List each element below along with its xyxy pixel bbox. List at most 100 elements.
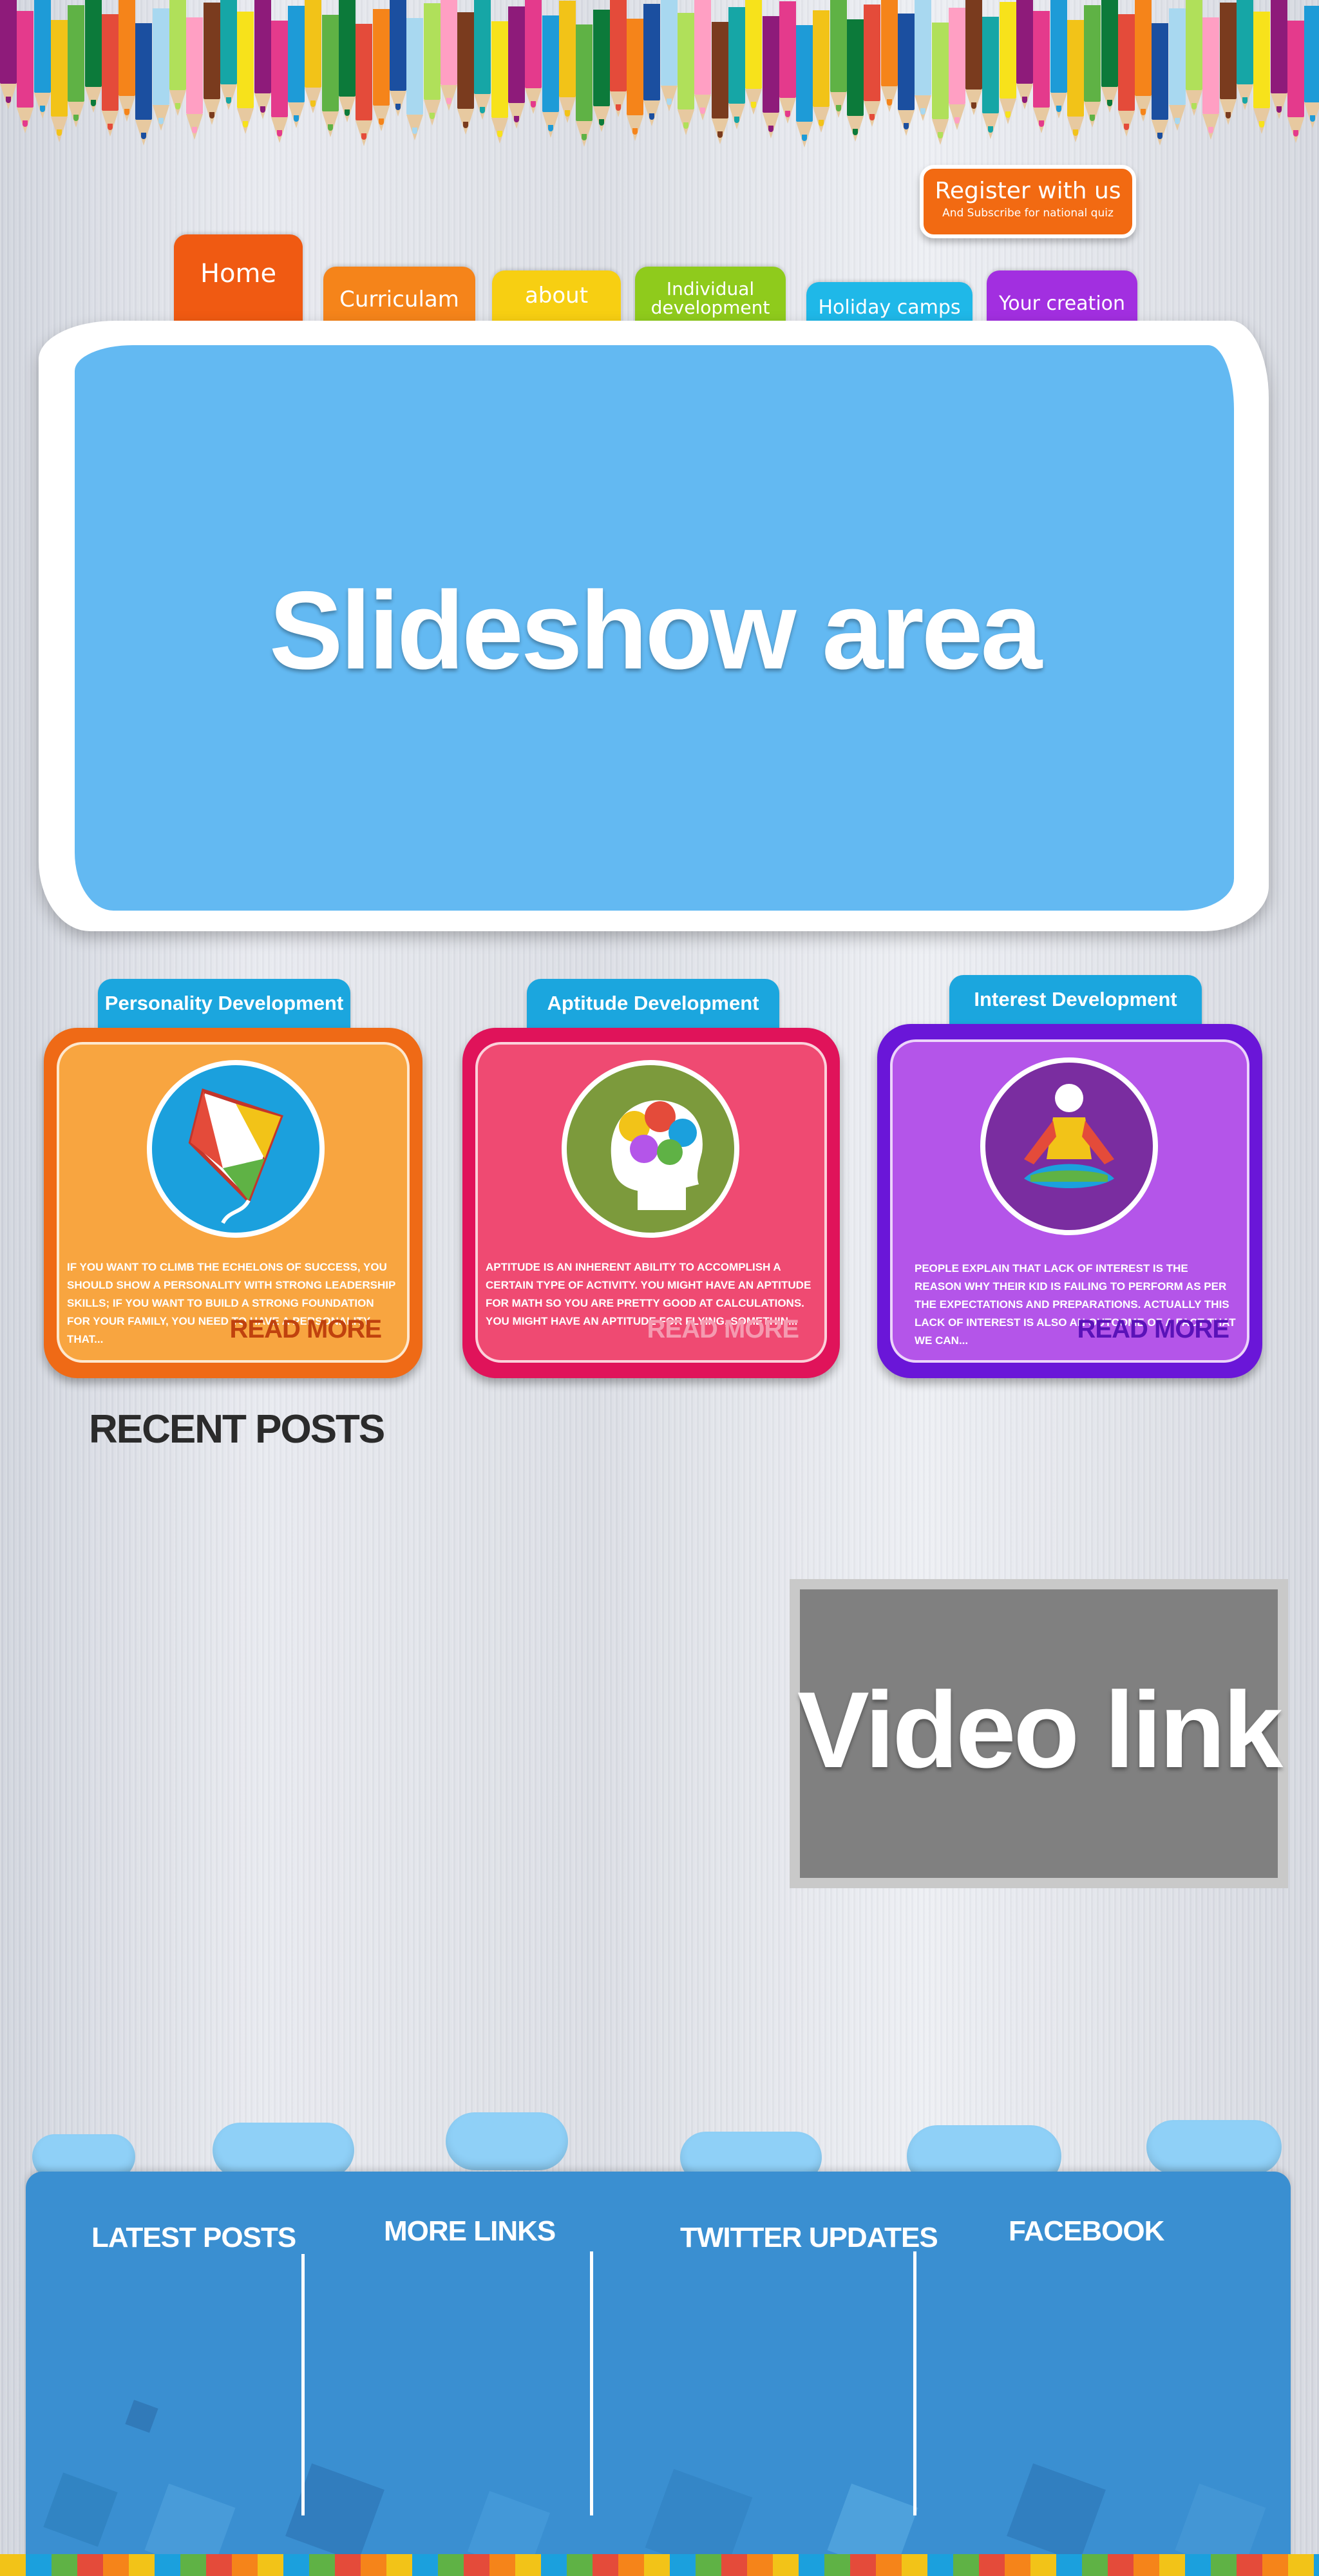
footer-title-more-links: MORE LINKS bbox=[384, 2215, 556, 2247]
colored-pencil bbox=[627, 19, 644, 141]
colored-pencil bbox=[474, 0, 491, 120]
video-link-label: Video link bbox=[797, 1669, 1283, 1790]
colored-pencil bbox=[203, 3, 220, 125]
meditation-icon bbox=[980, 1057, 1158, 1235]
color-blocks-strip bbox=[0, 2554, 1319, 2576]
colored-pencil bbox=[1236, 0, 1253, 110]
colored-pencil bbox=[593, 10, 610, 132]
brain-head-icon bbox=[562, 1060, 739, 1238]
colored-pencil bbox=[558, 1, 576, 123]
footer-title-twitter-updates: TWITTER UPDATES bbox=[680, 2222, 938, 2253]
colored-pencil bbox=[762, 16, 779, 138]
colored-pencil bbox=[101, 14, 119, 137]
colored-pencil bbox=[1304, 6, 1319, 128]
colored-pencil bbox=[948, 8, 965, 130]
recent-posts-heading: RECENT POSTS bbox=[89, 1407, 385, 1452]
colored-pencil bbox=[1186, 0, 1202, 116]
colored-pencil bbox=[1067, 20, 1084, 142]
colored-pencil bbox=[1287, 21, 1304, 143]
colored-pencil bbox=[372, 9, 390, 131]
colored-pencil bbox=[745, 0, 763, 115]
colored-pencil bbox=[982, 17, 1000, 139]
colored-pencil bbox=[643, 4, 661, 126]
colored-pencil bbox=[508, 6, 525, 129]
colored-pencil bbox=[1135, 0, 1152, 122]
colored-pencil bbox=[305, 0, 322, 113]
colored-pencil bbox=[864, 5, 881, 127]
colored-pencil bbox=[84, 0, 102, 113]
footer-title-latest-posts: LATEST POSTS bbox=[91, 2222, 296, 2253]
read-more-link[interactable]: Read More bbox=[230, 1315, 382, 1344]
colored-pencil bbox=[1253, 12, 1271, 134]
card-aptitude-development: Aptitude is an inherent ability to accom… bbox=[462, 1028, 840, 1378]
tab-holiday-camps-label: Holiday camps bbox=[818, 296, 961, 319]
colored-pencil bbox=[965, 0, 983, 115]
colored-pencil bbox=[1016, 0, 1033, 109]
colored-pencil bbox=[33, 0, 51, 118]
colored-pencil bbox=[0, 0, 17, 109]
colored-pencil bbox=[288, 6, 305, 128]
colored-pencil bbox=[915, 0, 932, 121]
colored-pencil bbox=[779, 1, 796, 124]
colored-pencil bbox=[813, 10, 830, 133]
register-title: Register with us bbox=[935, 178, 1121, 204]
colored-pencil bbox=[1033, 11, 1050, 133]
card-interest-development: People explain that lack of interest is … bbox=[877, 1024, 1262, 1378]
tab-curriculam-label: Curriculam bbox=[339, 287, 459, 312]
colored-pencil bbox=[237, 12, 254, 134]
colored-pencil bbox=[711, 22, 728, 144]
card-tab-personality-development[interactable]: Personality Development bbox=[98, 979, 350, 1032]
footer-divider bbox=[590, 2251, 593, 2515]
slideshow-label: Slideshow area bbox=[269, 569, 1042, 692]
colored-pencil bbox=[152, 8, 169, 131]
colored-pencil bbox=[254, 0, 271, 119]
card-title: Aptitude Development bbox=[547, 992, 759, 1014]
colored-pencil bbox=[728, 7, 745, 129]
colored-pencil bbox=[17, 11, 34, 133]
colored-pencil bbox=[491, 21, 508, 144]
colored-pencil bbox=[1084, 5, 1101, 128]
colored-pencil bbox=[457, 12, 475, 135]
colored-pencil bbox=[576, 24, 593, 147]
colored-pencil bbox=[542, 15, 559, 138]
colored-pencil bbox=[406, 18, 424, 140]
footer-divider bbox=[301, 2254, 305, 2515]
cube-decoration bbox=[285, 2463, 384, 2562]
colored-pencil bbox=[694, 0, 712, 120]
kite-icon bbox=[147, 1060, 325, 1238]
colored-pencil bbox=[1050, 0, 1067, 118]
colored-pencil bbox=[1270, 0, 1287, 119]
colored-pencil bbox=[1101, 0, 1118, 113]
cloud-decoration bbox=[213, 2123, 354, 2178]
cube-decoration bbox=[125, 2400, 158, 2433]
colored-pencil bbox=[830, 0, 847, 118]
tab-your-creation-label: Your creation bbox=[998, 292, 1126, 315]
colored-pencil bbox=[999, 2, 1016, 124]
read-more-link[interactable]: Read More bbox=[647, 1315, 799, 1344]
card-tab-interest-development[interactable]: Interest Development bbox=[949, 975, 1202, 1028]
colored-pencil bbox=[847, 19, 864, 142]
card-title: Personality Development bbox=[104, 992, 344, 1014]
cloud-decoration bbox=[446, 2112, 568, 2170]
colored-pencil bbox=[678, 13, 694, 135]
card-title: Interest Development bbox=[974, 988, 1177, 1010]
read-more-link[interactable]: Read More bbox=[1077, 1315, 1229, 1344]
colored-pencil bbox=[270, 21, 288, 143]
colored-pencil bbox=[321, 15, 339, 137]
register-button[interactable]: Register with us And Subscribe for natio… bbox=[920, 165, 1136, 238]
colored-pencil bbox=[50, 20, 68, 142]
tab-home-label: Home bbox=[200, 259, 277, 289]
colored-pencil bbox=[1152, 23, 1169, 146]
colored-pencil bbox=[220, 0, 237, 110]
colored-pencil bbox=[169, 0, 186, 116]
colored-pencil bbox=[931, 23, 949, 145]
card-tab-aptitude-development[interactable]: Aptitude Development bbox=[527, 979, 779, 1032]
colored-pencil bbox=[339, 0, 356, 122]
colored-pencil bbox=[119, 0, 136, 122]
colored-pencil bbox=[186, 17, 204, 140]
cube-decoration bbox=[1007, 2463, 1106, 2562]
cube-decoration bbox=[43, 2472, 118, 2547]
colored-pencil bbox=[389, 0, 406, 117]
colored-pencil bbox=[356, 24, 373, 146]
colored-pencil bbox=[897, 14, 915, 136]
